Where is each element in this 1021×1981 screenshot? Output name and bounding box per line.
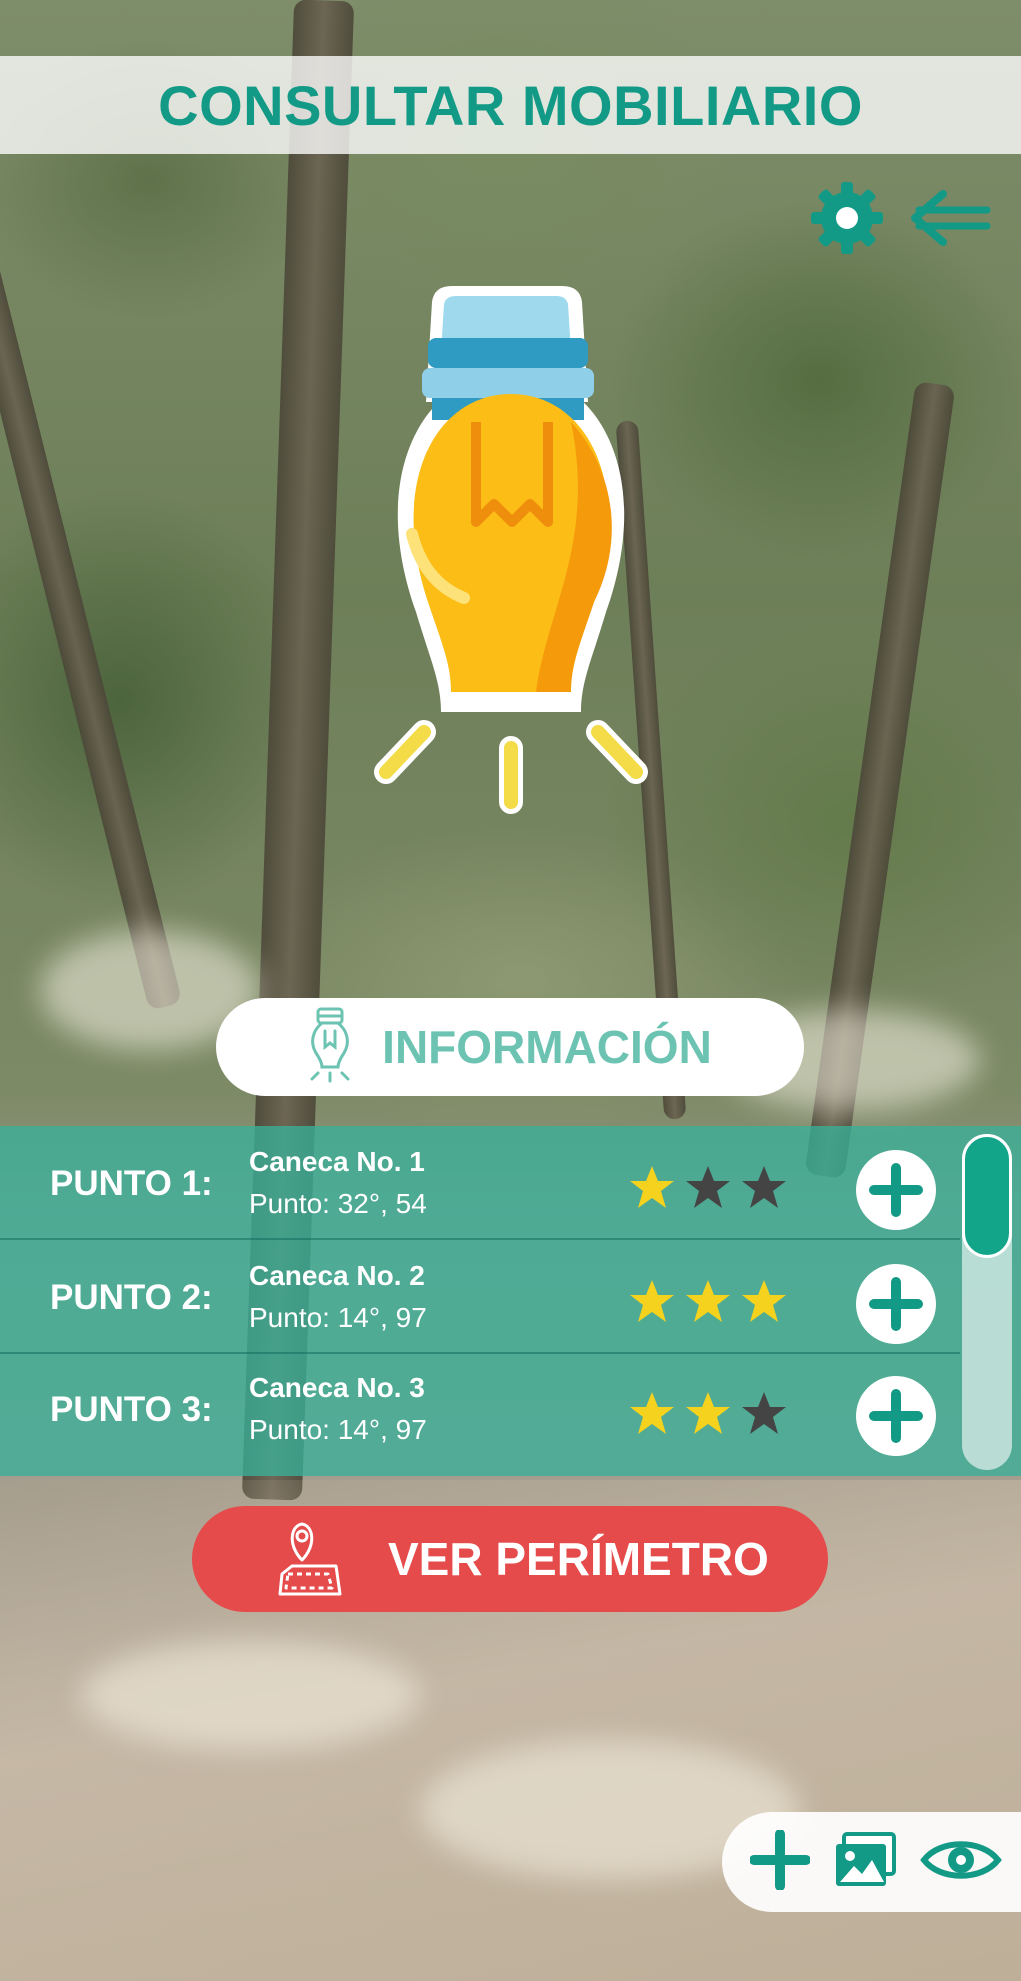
star-filled-icon <box>686 1392 730 1434</box>
point-coordinates: Punto: 32°, 54 <box>249 1188 427 1219</box>
view-perimeter-label: VER PERÍMETRO <box>388 1533 769 1585</box>
gallery-icon[interactable] <box>832 1830 898 1895</box>
list-item: PUNTO 2: Caneca No. 2 Punto: 14°, 97 <box>0 1240 960 1354</box>
gear-icon[interactable] <box>809 180 885 261</box>
point-name: Caneca No. 1 <box>249 1146 425 1177</box>
star-filled-icon <box>686 1280 730 1322</box>
plus-icon <box>869 1163 923 1217</box>
point-name: Caneca No. 3 <box>249 1372 425 1403</box>
point-label: PUNTO 3: <box>50 1390 213 1429</box>
add-point-button[interactable] <box>856 1264 936 1344</box>
star-empty-icon <box>742 1166 786 1208</box>
star-empty-icon <box>686 1166 730 1208</box>
list-item: PUNTO 1: Caneca No. 1 Punto: 32°, 54 <box>0 1126 960 1240</box>
add-point-button[interactable] <box>856 1150 936 1230</box>
top-toolbar <box>809 180 991 261</box>
plus-icon <box>869 1277 923 1331</box>
view-perimeter-button[interactable]: VER PERÍMETRO <box>192 1506 828 1612</box>
map-pin-icon <box>278 1520 342 1605</box>
light-bulb-icon <box>366 282 656 822</box>
plus-icon <box>869 1389 923 1443</box>
star-filled-icon <box>630 1280 674 1322</box>
point-label: PUNTO 1: <box>50 1164 213 1203</box>
rating <box>628 1278 788 1324</box>
title-bar: CONSULTAR MOBILIARIO <box>0 56 1021 154</box>
rating <box>628 1164 788 1210</box>
page-title: CONSULTAR MOBILIARIO <box>158 73 863 137</box>
information-label: INFORMACIÓN <box>382 1021 712 1073</box>
information-button[interactable]: INFORMACIÓN <box>216 998 804 1096</box>
star-filled-icon <box>630 1166 674 1208</box>
eye-icon[interactable] <box>920 1835 1002 1890</box>
add-point-button[interactable] <box>856 1376 936 1456</box>
bottom-toolbar <box>722 1812 1021 1912</box>
rating <box>628 1390 788 1436</box>
point-label: PUNTO 2: <box>50 1278 213 1317</box>
plus-icon[interactable] <box>749 1828 811 1895</box>
point-coordinates: Punto: 14°, 97 <box>249 1414 427 1445</box>
arrow-left-icon[interactable] <box>907 188 991 253</box>
star-empty-icon <box>742 1392 786 1434</box>
list-item: PUNTO 3: Caneca No. 3 Punto: 14°, 97 <box>0 1352 960 1464</box>
scrollbar-thumb[interactable] <box>962 1134 1012 1258</box>
point-coordinates: Punto: 14°, 97 <box>249 1302 427 1333</box>
star-filled-icon <box>742 1280 786 1322</box>
star-filled-icon <box>630 1392 674 1434</box>
light-bulb-outline-icon <box>308 1007 352 1088</box>
point-name: Caneca No. 2 <box>249 1260 425 1291</box>
points-list: PUNTO 1: Caneca No. 1 Punto: 32°, 54 PUN… <box>0 1126 1021 1476</box>
